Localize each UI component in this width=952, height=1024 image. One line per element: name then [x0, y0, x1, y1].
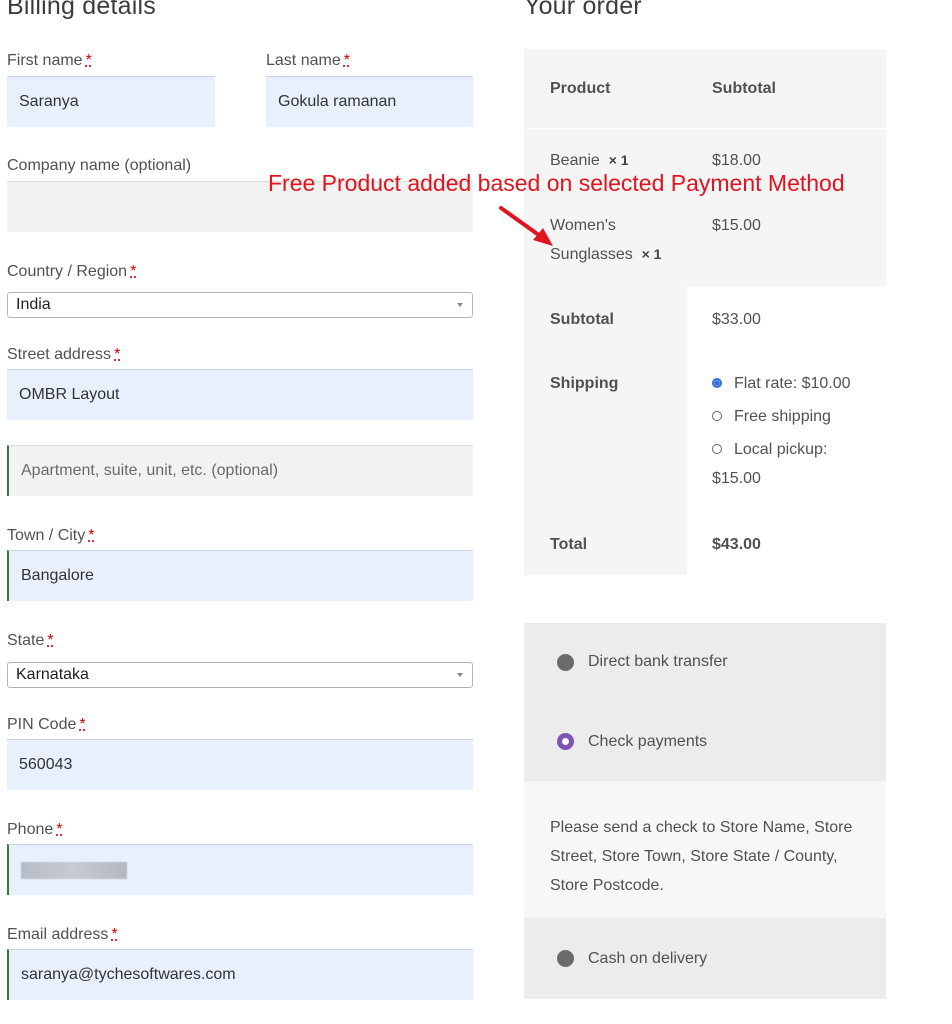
description-line: Street, Store Town, Store State / County… — [550, 848, 838, 865]
company-name-label: Company name (optional) — [7, 157, 192, 174]
required-mark: * — [88, 527, 95, 544]
payment-methods-panel — [524, 623, 886, 781]
payment-method-check[interactable]: Check payments — [588, 733, 707, 751]
street-address-label: Street address * — [7, 346, 121, 363]
order-item-name-line2: Sunglasses × 1 — [550, 246, 662, 263]
state-select[interactable]: Karnataka — [7, 662, 473, 688]
chevron-down-icon — [457, 303, 463, 307]
required-mark: * — [114, 346, 121, 363]
subtotal-label: Subtotal — [550, 311, 614, 328]
street-address-value: OMBR Layout — [19, 386, 120, 403]
check-payment-description: Please send a check to Store Name, Store… — [550, 813, 852, 900]
country-value: India — [16, 296, 51, 313]
first-name-label: First name * — [7, 52, 92, 69]
radio-selected-icon[interactable] — [712, 377, 722, 388]
local-pickup-price: $15.00 — [712, 470, 761, 487]
apartment-input[interactable]: Apartment, suite, unit, etc. (optional) — [7, 445, 473, 496]
apartment-placeholder: Apartment, suite, unit, etc. (optional) — [21, 462, 279, 479]
chevron-down-icon — [457, 673, 463, 677]
redacted-phone — [21, 861, 127, 879]
divider — [524, 128, 886, 129]
payment-method-bank-transfer[interactable]: Direct bank transfer — [588, 653, 728, 671]
product-column-header: Product — [550, 80, 611, 97]
last-name-value: Gokula ramanan — [278, 93, 397, 110]
order-item-price: $15.00 — [712, 217, 761, 234]
payment-radio-icon[interactable] — [557, 654, 574, 671]
payment-radio-icon[interactable] — [557, 950, 574, 967]
state-value: Karnataka — [16, 666, 89, 683]
order-item-price: $18.00 — [712, 152, 761, 169]
country-select[interactable]: India — [7, 292, 473, 318]
order-item-name: Beanie × 1 — [550, 152, 629, 169]
email-label: Email address * — [7, 926, 118, 943]
country-label: Country / Region * — [7, 263, 137, 280]
description-line: Please send a check to Store Name, Store — [550, 819, 853, 836]
email-input[interactable]: saranya@tychesoftwares.com — [7, 949, 473, 1000]
payment-radio-selected-icon[interactable] — [557, 733, 574, 750]
annotation-arrow-icon — [499, 206, 553, 246]
subtotal-column-header: Subtotal — [712, 80, 776, 97]
description-line: Store Postcode. — [550, 877, 664, 894]
town-city-value: Bangalore — [21, 567, 94, 584]
shipping-label: Shipping — [550, 375, 619, 392]
required-mark: * — [79, 716, 86, 733]
shipping-option-local-pickup[interactable]: Local pickup: — [712, 441, 827, 459]
first-name-input[interactable]: Saranya — [7, 76, 215, 127]
town-city-label: Town / City * — [7, 527, 95, 544]
last-name-input[interactable]: Gokula ramanan — [266, 76, 473, 127]
phone-input[interactable] — [7, 844, 473, 895]
annotation-text: Free Product added based on selected Pay… — [268, 170, 845, 196]
state-label: State * — [7, 632, 54, 649]
shipping-option-free[interactable]: Free shipping — [712, 408, 831, 426]
required-mark: * — [47, 632, 54, 649]
billing-details-heading: Billing details — [7, 0, 156, 20]
subtotal-value: $33.00 — [712, 311, 761, 328]
shipping-option-flat-rate[interactable]: Flat rate: $10.00 — [712, 375, 851, 393]
last-name-label: Last name * — [266, 52, 350, 69]
required-mark: * — [130, 263, 137, 280]
required-mark: * — [56, 821, 63, 838]
total-label: Total — [550, 536, 588, 553]
phone-label: Phone * — [7, 821, 63, 838]
total-value: $43.00 — [712, 536, 761, 553]
your-order-heading: Your order — [524, 0, 642, 20]
street-address-input[interactable]: OMBR Layout — [7, 369, 473, 420]
email-value: saranya@tychesoftwares.com — [21, 966, 236, 983]
first-name-value: Saranya — [19, 93, 79, 110]
pin-code-label: PIN Code * — [7, 716, 86, 733]
required-mark: * — [85, 52, 92, 69]
town-city-input[interactable]: Bangalore — [7, 550, 473, 601]
radio-icon[interactable] — [712, 410, 722, 421]
payment-method-cod[interactable]: Cash on delivery — [588, 950, 707, 968]
pin-code-value: 560043 — [19, 756, 73, 773]
required-mark: * — [111, 926, 118, 943]
order-totals-label-panel — [524, 286, 687, 575]
required-mark: * — [343, 52, 350, 69]
radio-icon[interactable] — [712, 443, 722, 454]
pin-code-input[interactable]: 560043 — [7, 739, 473, 790]
